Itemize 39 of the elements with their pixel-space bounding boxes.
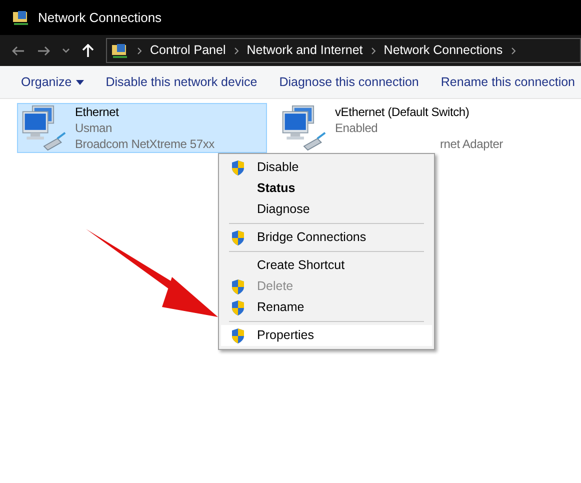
menu-item[interactable]: Create Shortcut	[221, 255, 432, 276]
window-title: Network Connections	[38, 8, 162, 27]
menu-item[interactable]: Disable	[221, 157, 432, 178]
connection-item[interactable]: Ethernet Usman Broadcom NetXtreme 57xx	[17, 103, 267, 153]
chevron-icon	[234, 46, 239, 54]
adapter-name: Broadcom NetXtreme 57xx	[75, 136, 214, 152]
address-bar[interactable]: Control Panel Network and Internet Network Connections	[106, 38, 581, 63]
breadcrumb-item[interactable]: Control Panel	[150, 41, 226, 60]
connection-name: Ethernet	[75, 104, 120, 120]
chevron-down-icon[interactable]	[62, 48, 70, 54]
toolbar-button[interactable]: Diagnose this connection	[279, 72, 419, 92]
shield-icon	[231, 328, 245, 344]
connection-status: Usman	[75, 120, 114, 136]
menu-item[interactable]: Status	[221, 178, 432, 199]
menu-item[interactable]: Diagnose	[221, 199, 432, 220]
shield-icon	[231, 230, 245, 246]
shield-icon	[231, 278, 245, 294]
up-arrow-icon[interactable]	[82, 44, 94, 58]
adapter-name: rnet Adapter	[439, 136, 503, 152]
toolbar-button[interactable]: Disable this network device	[106, 72, 258, 92]
chevron-icon	[137, 46, 142, 54]
toolbar-button[interactable]: Rename this connection	[440, 72, 575, 92]
connection-status: Enabled	[335, 120, 379, 136]
back-icon[interactable]	[12, 46, 25, 56]
chevron-icon	[510, 46, 516, 54]
control-panel-icon	[111, 42, 129, 60]
breadcrumb-item[interactable]: Network and Internet	[246, 41, 363, 60]
menu-item[interactable]: Rename	[221, 297, 432, 318]
chevron-icon	[370, 46, 376, 54]
breadcrumb-item[interactable]: Network Connections	[384, 41, 503, 60]
connection-item[interactable]: vEthernet (Default Switch) Enabled rnet Adapter	[277, 103, 567, 153]
shield-icon	[231, 300, 245, 316]
forward-icon[interactable]	[37, 46, 50, 56]
network-folder-icon	[12, 8, 30, 26]
menu-item[interactable]: Properties	[221, 325, 432, 346]
toolbar-button[interactable]: Organize	[21, 72, 84, 92]
connection-name: vEthernet (Default Switch)	[335, 104, 470, 120]
shield-icon	[231, 160, 245, 176]
menu-item[interactable]: Bridge Connections	[221, 227, 432, 248]
